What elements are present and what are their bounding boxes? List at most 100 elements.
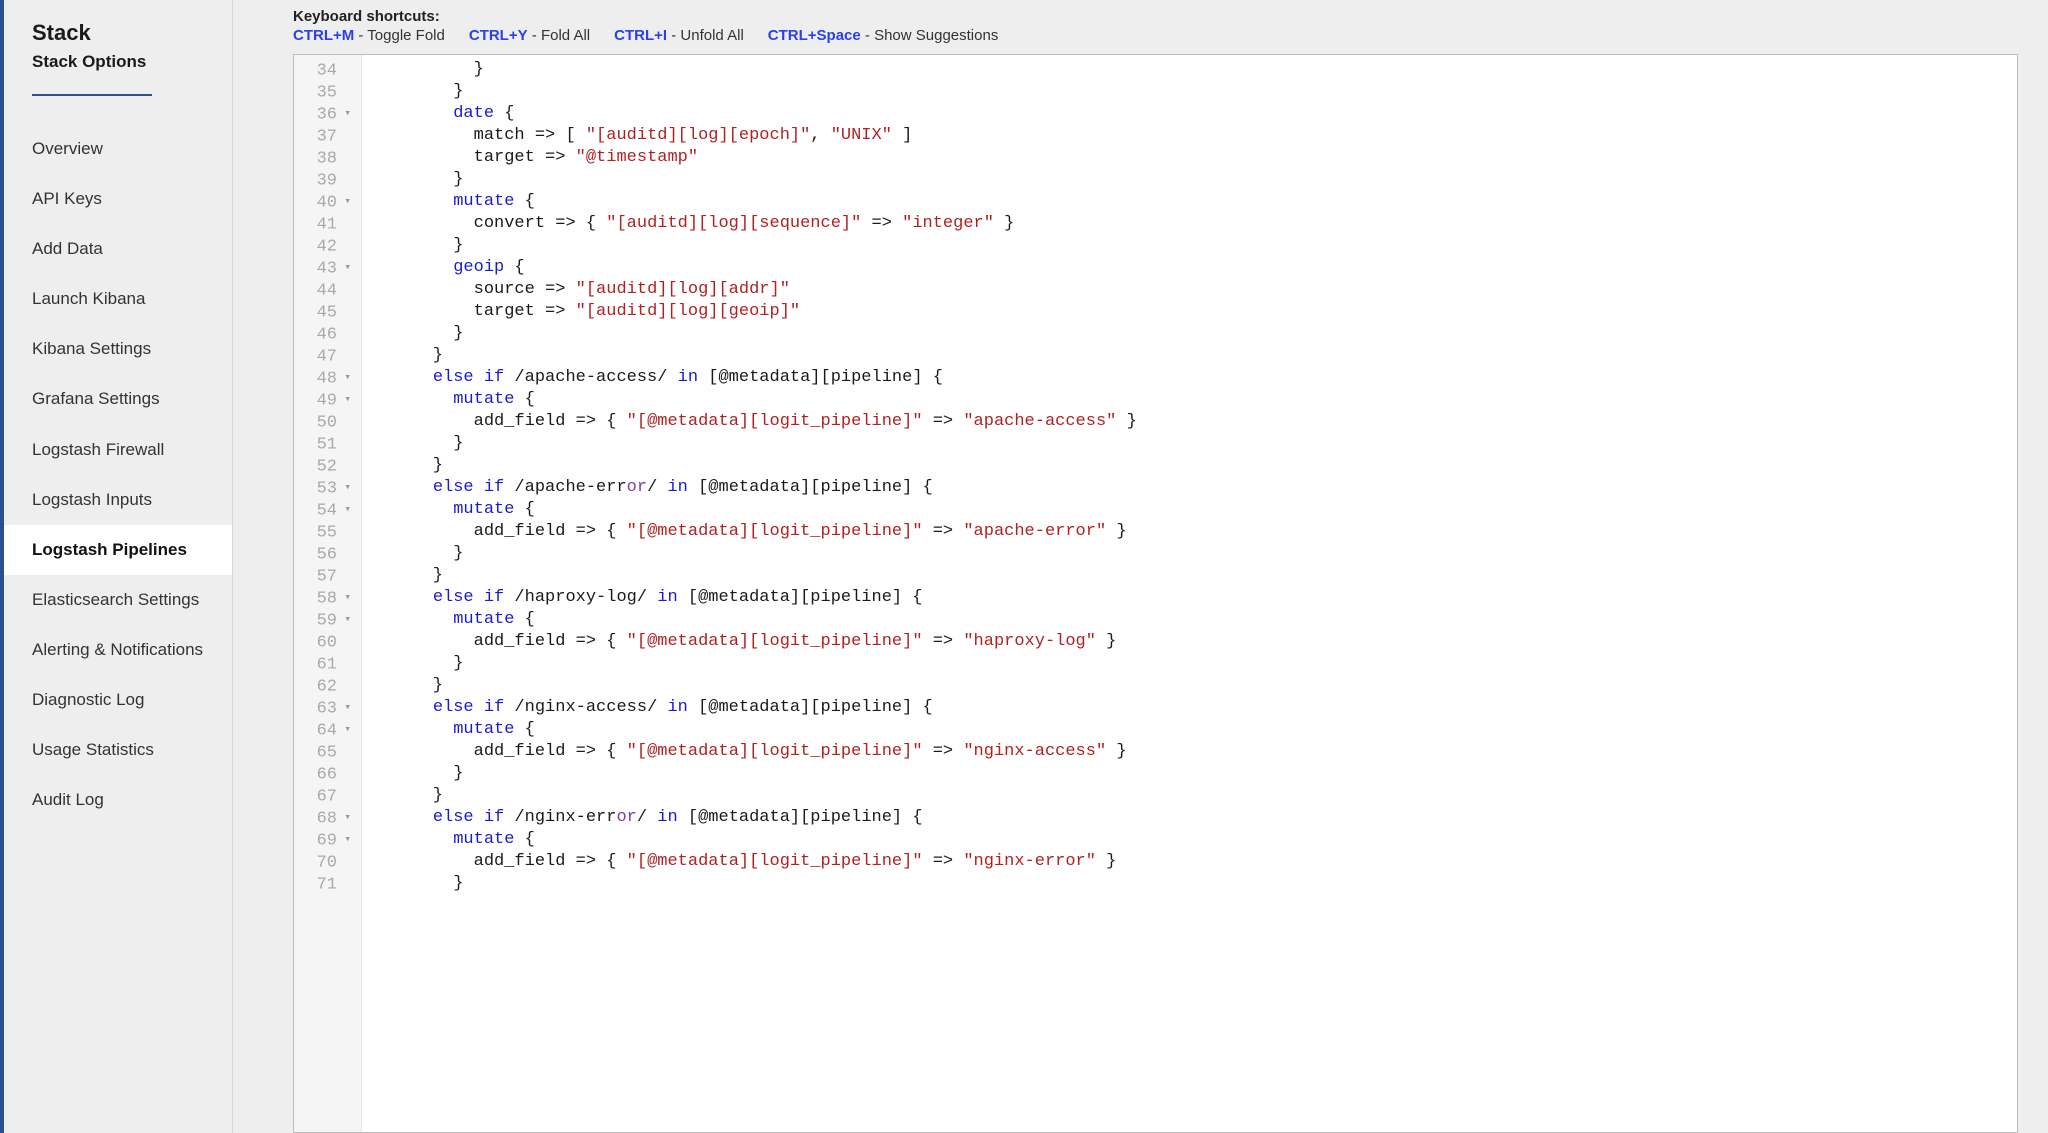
code-line[interactable]: add_field => { "[@metadata][logit_pipeli…	[392, 741, 2017, 763]
shortcut-desc: - Toggle Fold	[354, 27, 445, 44]
fold-marker-icon[interactable]: ▾	[341, 191, 351, 213]
fold-marker-icon[interactable]: ▾	[341, 719, 351, 741]
sidebar-item-logstash-inputs[interactable]: Logstash Inputs	[4, 475, 232, 525]
code-line[interactable]: }	[392, 565, 2017, 587]
sidebar: Stack Stack Options OverviewAPI KeysAdd …	[0, 0, 233, 1133]
line-number: 49▾	[294, 389, 351, 411]
fold-marker-icon[interactable]: ▾	[341, 477, 351, 499]
code-line[interactable]: mutate {	[392, 719, 2017, 741]
line-number: 55▾	[294, 521, 351, 543]
line-number: 69▾	[294, 829, 351, 851]
code-line[interactable]: else if /nginx-error/ in [@metadata][pip…	[392, 807, 2017, 829]
line-number: 63▾	[294, 697, 351, 719]
code-line[interactable]: mutate {	[392, 499, 2017, 521]
code-line[interactable]: mutate {	[392, 191, 2017, 213]
line-number: 70▾	[294, 851, 351, 873]
fold-marker-icon[interactable]: ▾	[341, 257, 351, 279]
fold-marker-icon[interactable]: ▾	[341, 389, 351, 411]
code-line[interactable]: add_field => { "[@metadata][logit_pipeli…	[392, 521, 2017, 543]
sidebar-item-api-keys[interactable]: API Keys	[4, 174, 232, 224]
code-line[interactable]: source => "[auditd][log][addr]"	[392, 279, 2017, 301]
fold-marker-icon[interactable]: ▾	[341, 367, 351, 389]
line-number: 45▾	[294, 301, 351, 323]
line-number: 35▾	[294, 81, 351, 103]
code-line[interactable]: mutate {	[392, 389, 2017, 411]
code-line[interactable]: }	[392, 763, 2017, 785]
fold-marker-icon[interactable]: ▾	[341, 499, 351, 521]
fold-marker-icon[interactable]: ▾	[341, 587, 351, 609]
code-line[interactable]: mutate {	[392, 609, 2017, 631]
sidebar-title: Stack	[32, 20, 204, 46]
line-number: 71▾	[294, 873, 351, 895]
shortcut-desc: - Unfold All	[667, 27, 744, 44]
code-line[interactable]: add_field => { "[@metadata][logit_pipeli…	[392, 411, 2017, 433]
sidebar-item-kibana-settings[interactable]: Kibana Settings	[4, 324, 232, 374]
line-number: 46▾	[294, 323, 351, 345]
line-number: 43▾	[294, 257, 351, 279]
code-line[interactable]: add_field => { "[@metadata][logit_pipeli…	[392, 631, 2017, 653]
code-line[interactable]: match => [ "[auditd][log][epoch]", "UNIX…	[392, 125, 2017, 147]
sidebar-item-logstash-firewall[interactable]: Logstash Firewall	[4, 425, 232, 475]
line-number: 44▾	[294, 279, 351, 301]
code-line[interactable]: date {	[392, 103, 2017, 125]
line-number: 52▾	[294, 455, 351, 477]
code-line[interactable]: convert => { "[auditd][log][sequence]" =…	[392, 213, 2017, 235]
shortcut-bar: Keyboard shortcuts: CTRL+M - Toggle Fold…	[293, 0, 2018, 54]
code-editor[interactable]: 34▾35▾36▾37▾38▾39▾40▾41▾42▾43▾44▾45▾46▾4…	[293, 54, 2018, 1133]
line-number: 54▾	[294, 499, 351, 521]
shortcut-key[interactable]: CTRL+I	[614, 27, 667, 44]
code-line[interactable]: }	[392, 323, 2017, 345]
code-line[interactable]: }	[392, 235, 2017, 257]
code-line[interactable]: add_field => { "[@metadata][logit_pipeli…	[392, 851, 2017, 873]
code-line[interactable]: else if /apache-access/ in [@metadata][p…	[392, 367, 2017, 389]
line-number: 66▾	[294, 763, 351, 785]
sidebar-item-add-data[interactable]: Add Data	[4, 224, 232, 274]
sidebar-item-audit-log[interactable]: Audit Log	[4, 775, 232, 825]
line-number: 62▾	[294, 675, 351, 697]
code-line[interactable]: target => "@timestamp"	[392, 147, 2017, 169]
code-line[interactable]: }	[392, 675, 2017, 697]
sidebar-item-launch-kibana[interactable]: Launch Kibana	[4, 274, 232, 324]
sidebar-item-logstash-pipelines[interactable]: Logstash Pipelines	[4, 525, 232, 575]
code-line[interactable]: }	[392, 653, 2017, 675]
line-number: 47▾	[294, 345, 351, 367]
code-line[interactable]: }	[392, 455, 2017, 477]
fold-marker-icon[interactable]: ▾	[341, 807, 351, 829]
code-line[interactable]: geoip {	[392, 257, 2017, 279]
sidebar-item-grafana-settings[interactable]: Grafana Settings	[4, 374, 232, 424]
line-number: 37▾	[294, 125, 351, 147]
shortcut-title: Keyboard shortcuts:	[293, 8, 2018, 25]
sidebar-item-alerting-notifications[interactable]: Alerting & Notifications	[4, 625, 232, 675]
shortcut-desc: - Fold All	[528, 27, 591, 44]
shortcut-key[interactable]: CTRL+Space	[768, 27, 861, 44]
line-number: 68▾	[294, 807, 351, 829]
shortcut-key[interactable]: CTRL+M	[293, 27, 354, 44]
sidebar-item-overview[interactable]: Overview	[4, 124, 232, 174]
code-line[interactable]: }	[392, 81, 2017, 103]
code-line[interactable]: else if /apache-error/ in [@metadata][pi…	[392, 477, 2017, 499]
shortcut-key[interactable]: CTRL+Y	[469, 27, 528, 44]
line-number: 36▾	[294, 103, 351, 125]
code-line[interactable]: }	[392, 543, 2017, 565]
code-line[interactable]: target => "[auditd][log][geoip]"	[392, 301, 2017, 323]
sidebar-item-diagnostic-log[interactable]: Diagnostic Log	[4, 675, 232, 725]
code-line[interactable]: else if /haproxy-log/ in [@metadata][pip…	[392, 587, 2017, 609]
main-panel: Keyboard shortcuts: CTRL+M - Toggle Fold…	[233, 0, 2048, 1133]
fold-marker-icon[interactable]: ▾	[341, 829, 351, 851]
code-line[interactable]: mutate {	[392, 829, 2017, 851]
sidebar-item-usage-statistics[interactable]: Usage Statistics	[4, 725, 232, 775]
fold-marker-icon[interactable]: ▾	[341, 697, 351, 719]
code-line[interactable]: }	[392, 433, 2017, 455]
code-line[interactable]: }	[392, 345, 2017, 367]
line-number: 67▾	[294, 785, 351, 807]
sidebar-item-elasticsearch-settings[interactable]: Elasticsearch Settings	[4, 575, 232, 625]
code-line[interactable]: }	[392, 785, 2017, 807]
code-line[interactable]: }	[392, 59, 2017, 81]
code-line[interactable]: else if /nginx-access/ in [@metadata][pi…	[392, 697, 2017, 719]
code-line[interactable]: }	[392, 169, 2017, 191]
fold-marker-icon[interactable]: ▾	[341, 103, 351, 125]
line-number: 40▾	[294, 191, 351, 213]
fold-marker-icon[interactable]: ▾	[341, 609, 351, 631]
code-line[interactable]: }	[392, 873, 2017, 895]
editor-code[interactable]: } } date { match => [ "[auditd][log][epo…	[362, 55, 2017, 1132]
